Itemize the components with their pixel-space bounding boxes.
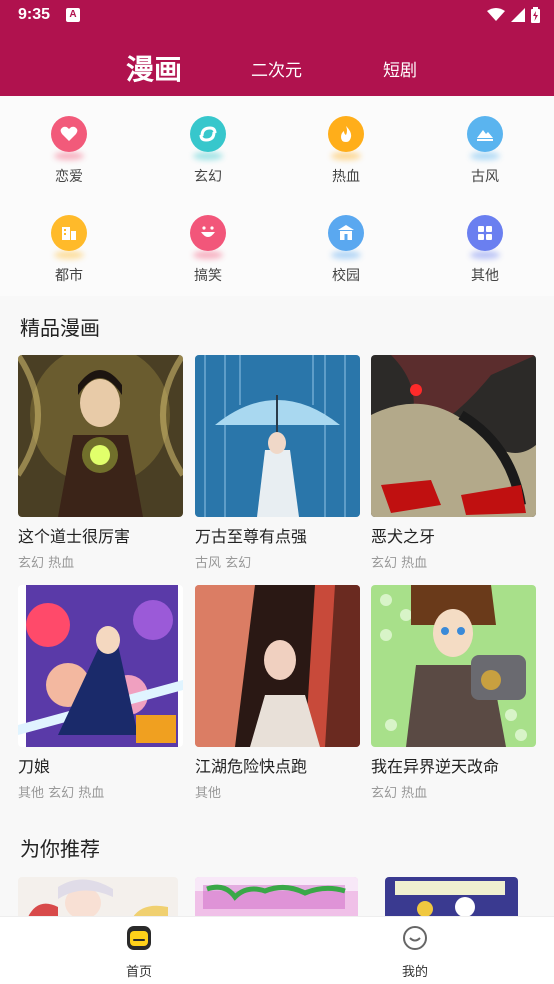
category-label: 古风	[471, 169, 499, 185]
comic-cover-image	[195, 355, 360, 517]
category-ancient[interactable]: 古风	[435, 116, 535, 186]
comic-title: 刀娘	[18, 757, 51, 776]
comic-card[interactable]: 江湖危险快点跑 其他	[195, 585, 360, 801]
comic-card[interactable]: 恶犬之牙 玄幻 热血	[371, 355, 536, 571]
comic-tags: 其他 玄幻 热血	[18, 786, 105, 801]
heart-icon	[51, 116, 87, 152]
category-label: 其他	[471, 268, 499, 284]
mountain-icon	[467, 116, 503, 152]
building-icon	[51, 215, 87, 251]
flame-icon	[328, 116, 364, 152]
signal-icon	[511, 8, 525, 22]
top-tabs: 漫画 二次元 短剧	[0, 44, 554, 88]
category-fantasy[interactable]: 玄幻	[158, 116, 258, 186]
comic-title: 我在异界逆天改命	[371, 757, 500, 776]
school-icon	[328, 215, 364, 251]
comic-tags: 其他	[195, 786, 222, 801]
comic-tags: 古风 玄幻	[195, 556, 252, 571]
tab-manhua[interactable]: 漫画	[126, 48, 182, 88]
category-grid: 恋爱 玄幻 热血 古风 都市 搞笑 校园 其他	[0, 96, 554, 296]
category-comedy[interactable]: 搞笑	[158, 215, 258, 285]
recommend-cover-image[interactable]	[18, 877, 178, 917]
nav-home[interactable]: 首页	[99, 925, 179, 980]
comic-card[interactable]: 万古至尊有点强 古风 玄幻	[195, 355, 360, 571]
status-icons	[487, 7, 540, 23]
comic-title: 江湖危险快点跑	[195, 757, 308, 776]
battery-icon	[531, 7, 540, 23]
recommend-cover-image[interactable]	[195, 877, 358, 917]
comic-cover-image	[371, 355, 536, 517]
comic-tags: 玄幻 热血	[371, 556, 428, 571]
category-label: 搞笑	[194, 268, 222, 284]
tab-duanju[interactable]: 短剧	[383, 56, 417, 81]
comic-cover-image	[195, 585, 360, 747]
category-label: 校园	[332, 268, 360, 284]
profile-icon	[403, 926, 427, 950]
home-icon	[127, 926, 151, 950]
category-hot-blood[interactable]: 热血	[296, 116, 396, 186]
recommend-cover-image[interactable]	[385, 877, 518, 917]
category-romance[interactable]: 恋爱	[19, 116, 119, 186]
tab-erciyuan[interactable]: 二次元	[251, 56, 302, 81]
category-other[interactable]: 其他	[435, 215, 535, 285]
header-bar: 9:35 A 漫画 二次元 短剧	[0, 0, 554, 96]
comic-title: 万古至尊有点强	[195, 527, 308, 546]
comic-title: 这个道士很厉害	[18, 527, 131, 546]
category-urban[interactable]: 都市	[19, 215, 119, 285]
status-bar: 9:35 A	[0, 0, 554, 32]
bottom-navigation: 首页 我的	[0, 916, 554, 984]
wifi-icon	[487, 8, 505, 21]
comic-title: 恶犬之牙	[371, 527, 436, 546]
nav-profile-label: 我的	[401, 965, 428, 980]
comic-tags: 玄幻 热血	[371, 786, 428, 801]
notification-badge: A	[66, 8, 80, 22]
comic-cover-image	[18, 355, 183, 517]
category-label: 恋爱	[55, 169, 83, 185]
comic-card[interactable]: 刀娘 其他 玄幻 热血	[18, 585, 183, 801]
comic-card[interactable]: 我在异界逆天改命 玄幻 热血	[371, 585, 536, 801]
comic-cover-image	[18, 585, 183, 747]
nav-profile[interactable]: 我的	[375, 925, 455, 980]
comic-cover-image	[371, 585, 536, 747]
featured-section-title: 精品漫画	[20, 316, 100, 340]
category-label: 热血	[332, 169, 360, 185]
grid-icon	[467, 215, 503, 251]
status-time: 9:35	[18, 6, 51, 23]
category-campus[interactable]: 校园	[296, 215, 396, 285]
comic-card[interactable]: 这个道士很厉害 玄幻 热血	[18, 355, 183, 571]
smile-icon	[190, 215, 226, 251]
category-label: 都市	[55, 268, 83, 284]
recommend-section-title: 为你推荐	[20, 837, 100, 861]
nav-home-label: 首页	[125, 965, 152, 980]
swirl-icon	[190, 116, 226, 152]
category-label: 玄幻	[194, 169, 222, 185]
comic-tags: 玄幻 热血	[18, 556, 75, 571]
